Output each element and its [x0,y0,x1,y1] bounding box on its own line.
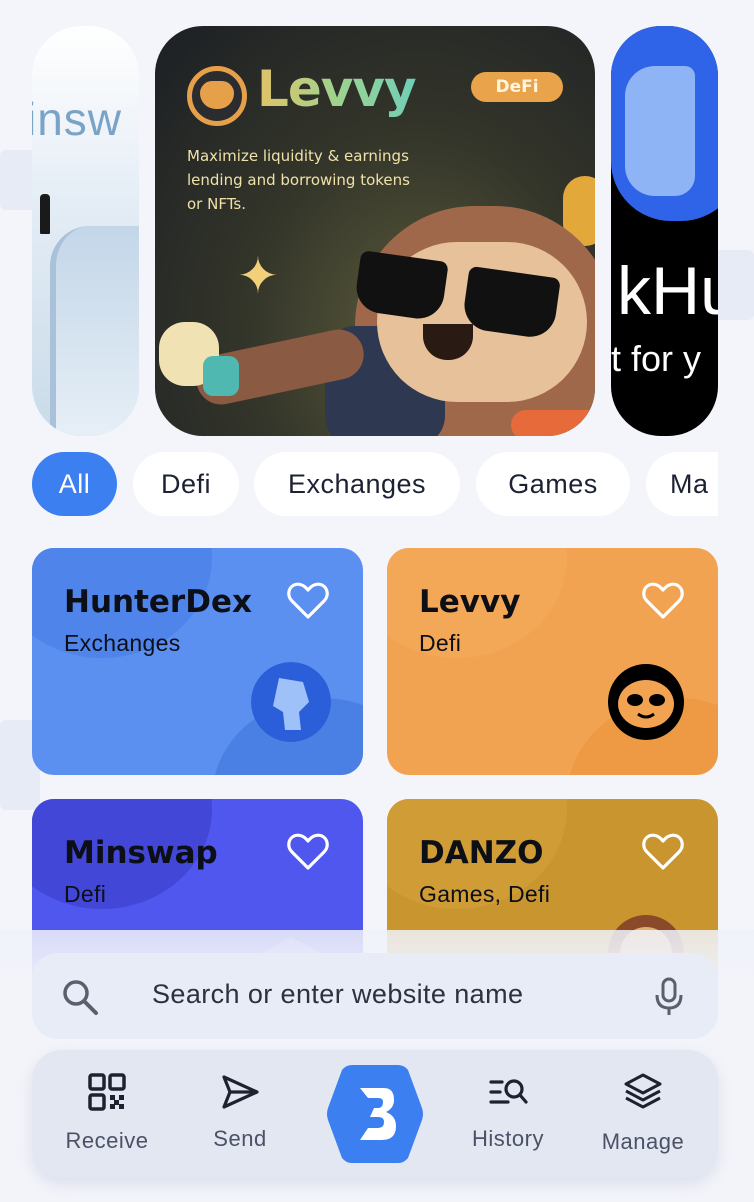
category-chip-all[interactable]: All [32,452,117,516]
dapp-name: HunterDex [64,584,252,620]
levvy-logo-icon [187,66,247,126]
category-filter-bar: All Defi Exchanges Games Ma [32,452,718,516]
nav-label: Send [213,1126,267,1151]
hunter-illustration [625,66,695,196]
featured-description: Maximize liquidity & earnings lending an… [187,147,410,213]
search-icon [63,980,98,1015]
search-bar[interactable]: Search or enter website name [32,953,718,1039]
sloth-sock [203,356,239,396]
bottom-navigation: Receive Send History Manage [32,1050,718,1178]
featured-brand-name: Levvy [257,60,417,118]
category-chip-defi[interactable]: Defi [133,452,239,516]
microphone-icon[interactable] [654,977,684,1017]
dapp-category: Defi [419,630,462,656]
dapp-category: Exchanges [64,630,181,656]
dapp-card-hunterdex[interactable]: HunterDex Exchanges [32,548,363,775]
dapp-category: Games, Defi [419,881,551,907]
layers-icon [624,1073,662,1109]
featured-card-hunterdex[interactable]: kHu t for y [611,26,718,436]
illustration-path [50,226,139,436]
qr-code-icon [88,1073,126,1111]
dapp-category: Defi [64,881,107,907]
illustration-figure [40,194,50,234]
favorite-heart-icon[interactable] [287,582,329,620]
dapp-name: Minswap [64,835,218,871]
nav-send[interactable]: Send [178,1050,302,1178]
category-badge: DeFi [471,72,563,102]
history-search-icon [489,1079,528,1104]
favorite-heart-icon[interactable] [642,582,684,620]
send-icon [222,1075,259,1109]
featured-card-subtitle: t for y [611,338,702,379]
nav-history[interactable]: History [448,1050,568,1178]
hunterdex-logo-icon [251,662,331,742]
featured-card-title: kHu [617,253,718,329]
featured-card-title: insw [32,93,123,145]
nav-label: Manage [601,1129,685,1154]
favorite-heart-icon[interactable] [287,833,329,871]
nav-receive[interactable]: Receive [46,1050,168,1178]
featured-card-minswap[interactable]: insw [32,26,139,436]
featured-carousel[interactable]: insw ✦ Levvy DeFi Maximize liquidity & e… [32,26,718,436]
dapp-name: Levvy [419,584,521,620]
nav-label: History [472,1126,544,1151]
dapp-browser-screen: insw ✦ Levvy DeFi Maximize liquidity & e… [0,0,754,1202]
nav-label: Receive [65,1128,149,1153]
nav-manage[interactable]: Manage [580,1050,706,1178]
featured-card-levvy[interactable]: ✦ Levvy DeFi Maximize liquidity & earnin… [155,26,595,436]
favorite-heart-icon[interactable] [642,833,684,871]
category-chip-exchanges[interactable]: Exchanges [254,452,460,516]
dapp-name: DANZO [419,835,544,871]
levvy-sloth-logo-icon [608,664,684,740]
jacket-stripe [511,410,595,436]
sparkle-icon: ✦ [237,247,279,305]
category-chip-more[interactable]: Ma [646,452,718,516]
category-chip-games[interactable]: Games [476,452,630,516]
dapp-card-levvy[interactable]: Levvy Defi [387,548,718,775]
brand-logo-icon[interactable] [326,1062,424,1166]
search-input[interactable]: Search or enter website name [152,979,523,1010]
